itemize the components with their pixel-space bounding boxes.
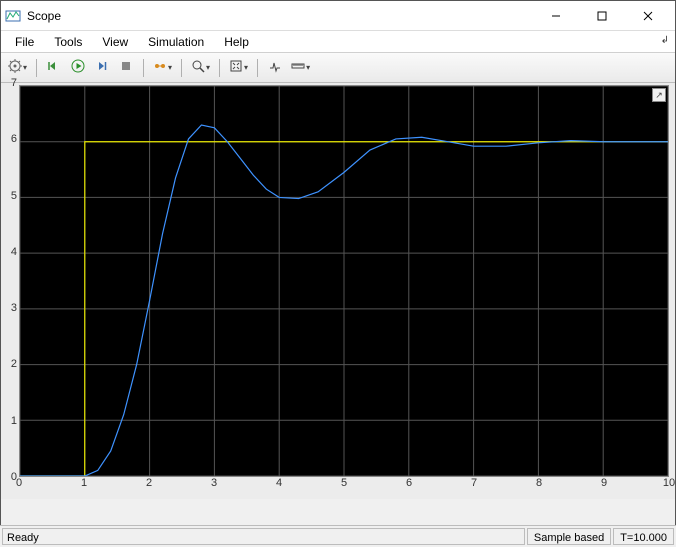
dropdown-arrow-icon: ▾: [168, 63, 172, 72]
y-tick-label: 1: [11, 415, 17, 427]
stop-icon: [119, 59, 133, 76]
dropdown-arrow-icon: ▾: [306, 63, 310, 72]
ruler-icon: [291, 59, 305, 76]
menu-bar: File Tools View Simulation Help ↲: [1, 31, 675, 53]
gear-icon: [8, 59, 22, 76]
menu-view[interactable]: View: [92, 33, 138, 51]
play-icon: [71, 59, 85, 76]
status-message: Ready: [2, 528, 525, 545]
chart-svg: [20, 86, 668, 476]
x-tick-label: 7: [471, 477, 477, 489]
chart-canvas[interactable]: ↗: [19, 85, 669, 477]
y-axis: 01234567: [1, 83, 19, 477]
x-tick-label: 2: [146, 477, 152, 489]
x-axis: 012345678910: [19, 477, 669, 495]
toolbar-separator: [219, 59, 220, 77]
y-tick-label: 2: [11, 358, 17, 370]
status-mode: Sample based: [527, 528, 611, 545]
minimize-button[interactable]: [533, 1, 579, 31]
y-tick-label: 6: [11, 133, 17, 145]
highlight-signal-button[interactable]: ▾: [150, 57, 175, 79]
x-tick-label: 8: [536, 477, 542, 489]
status-bar: Ready Sample based T=10.000: [0, 525, 676, 547]
magnifier-icon: [191, 59, 205, 76]
x-tick-label: 1: [81, 477, 87, 489]
y-tick-label: 3: [11, 302, 17, 314]
x-tick-label: 3: [211, 477, 217, 489]
zoom-button[interactable]: ▾: [188, 57, 213, 79]
menu-file[interactable]: File: [5, 33, 44, 51]
y-tick-label: 4: [11, 246, 17, 258]
status-time: T=10.000: [613, 528, 674, 545]
toolbar-overflow-icon[interactable]: ↲: [661, 35, 669, 46]
dropdown-arrow-icon: ▾: [206, 63, 210, 72]
step-back-icon: [47, 59, 61, 76]
x-tick-label: 4: [276, 477, 282, 489]
x-tick-label: 9: [601, 477, 607, 489]
scale-axes-button[interactable]: ▾: [226, 57, 251, 79]
x-tick-label: 6: [406, 477, 412, 489]
step-back-button[interactable]: [43, 57, 65, 79]
plot-area: 01234567 ↗ 012345678910: [1, 83, 675, 499]
toolbar-separator: [257, 59, 258, 77]
x-tick-label: 5: [341, 477, 347, 489]
autoscale-icon: [229, 59, 243, 76]
toolbar-separator: [36, 59, 37, 77]
step-forward-button[interactable]: [91, 57, 113, 79]
menu-help[interactable]: Help: [214, 33, 259, 51]
menu-simulation[interactable]: Simulation: [138, 33, 214, 51]
close-button[interactable]: [625, 1, 671, 31]
x-tick-label: 10: [663, 477, 675, 489]
window-title: Scope: [27, 9, 533, 23]
configure-button[interactable]: ▾: [5, 57, 30, 79]
highlight-icon: [153, 59, 167, 76]
menu-tools[interactable]: Tools: [44, 33, 92, 51]
x-tick-label: 0: [16, 477, 22, 489]
dropdown-arrow-icon: ▾: [23, 63, 27, 72]
title-bar: Scope: [1, 1, 675, 31]
y-tick-label: 5: [11, 190, 17, 202]
step-forward-icon: [95, 59, 109, 76]
run-button[interactable]: [67, 57, 89, 79]
toolbar-separator: [181, 59, 182, 77]
scope-app-icon: [5, 8, 21, 24]
dropdown-arrow-icon: ▾: [244, 63, 248, 72]
stop-button[interactable]: [115, 57, 137, 79]
toolbar: ▾ ▾ ▾ ▾ ▾: [1, 53, 675, 83]
triggers-button[interactable]: [264, 57, 286, 79]
toolbar-separator: [143, 59, 144, 77]
trigger-icon: [268, 59, 282, 76]
maximize-button[interactable]: [579, 1, 625, 31]
y-tick-label: 7: [11, 77, 17, 89]
measurements-button[interactable]: ▾: [288, 57, 313, 79]
